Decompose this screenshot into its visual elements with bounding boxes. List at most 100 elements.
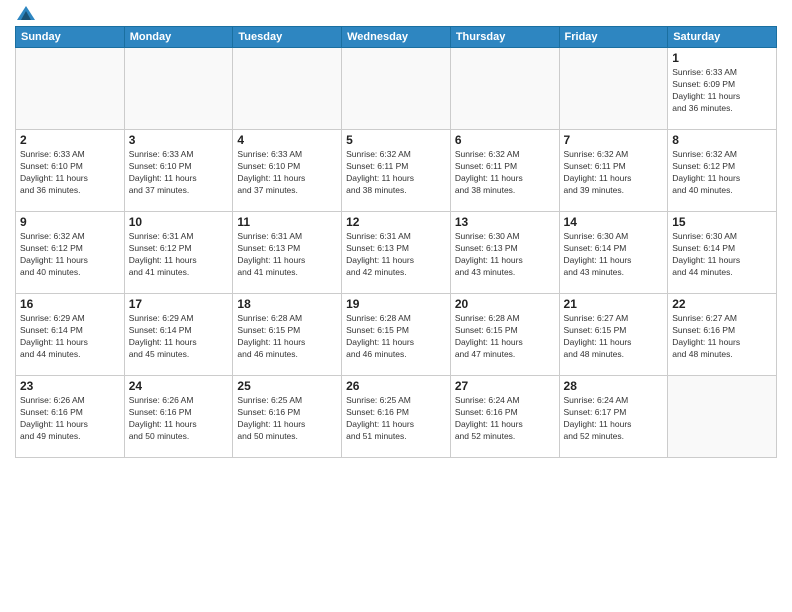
day-info: Sunrise: 6:33 AMSunset: 6:10 PMDaylight:… [129, 149, 229, 197]
day-number: 4 [237, 133, 337, 147]
day-info: Sunrise: 6:32 AMSunset: 6:12 PMDaylight:… [20, 231, 120, 279]
day-cell: 6 Sunrise: 6:32 AMSunset: 6:11 PMDaylight… [450, 130, 559, 212]
day-cell: 19 Sunrise: 6:28 AMSunset: 6:15 PMDayligh… [342, 294, 451, 376]
day-info: Sunrise: 6:25 AMSunset: 6:16 PMDaylight:… [346, 395, 446, 443]
day-cell: 12 Sunrise: 6:31 AMSunset: 6:13 PMDayligh… [342, 212, 451, 294]
page: SundayMondayTuesdayWednesdayThursdayFrid… [0, 0, 792, 612]
day-number: 10 [129, 215, 229, 229]
day-number: 11 [237, 215, 337, 229]
day-number: 2 [20, 133, 120, 147]
day-cell [124, 48, 233, 130]
day-number: 22 [672, 297, 772, 311]
logo [15, 10, 35, 20]
day-cell: 15 Sunrise: 6:30 AMSunset: 6:14 PMDayligh… [668, 212, 777, 294]
day-number: 13 [455, 215, 555, 229]
logo-icon [17, 6, 35, 20]
calendar: SundayMondayTuesdayWednesdayThursdayFrid… [15, 26, 777, 458]
day-info: Sunrise: 6:33 AMSunset: 6:10 PMDaylight:… [20, 149, 120, 197]
week-row-4: 16Sunrise: 6:29 AMSunset: 6:14 PMDayligh… [16, 294, 777, 376]
day-number: 28 [564, 379, 664, 393]
day-info: Sunrise: 6:33 AMSunset: 6:10 PMDaylight:… [237, 149, 337, 197]
day-number: 18 [237, 297, 337, 311]
day-cell [668, 376, 777, 458]
day-cell: 2 Sunrise: 6:33 AMSunset: 6:10 PMDaylight… [16, 130, 125, 212]
day-number: 21 [564, 297, 664, 311]
day-cell: 16Sunrise: 6:29 AMSunset: 6:14 PMDayligh… [16, 294, 125, 376]
day-info: Sunrise: 6:31 AMSunset: 6:12 PMDaylight:… [129, 231, 229, 279]
day-cell: 10 Sunrise: 6:31 AMSunset: 6:12 PMDayligh… [124, 212, 233, 294]
day-cell [450, 48, 559, 130]
day-number: 23 [20, 379, 120, 393]
weekday-header-wednesday: Wednesday [342, 27, 451, 48]
weekday-header-friday: Friday [559, 27, 668, 48]
day-number: 25 [237, 379, 337, 393]
day-info: Sunrise: 6:27 AMSunset: 6:15 PMDaylight:… [564, 313, 664, 361]
day-cell: 17 Sunrise: 6:29 AMSunset: 6:14 PMDayligh… [124, 294, 233, 376]
day-info: Sunrise: 6:25 AMSunset: 6:16 PMDaylight:… [237, 395, 337, 443]
day-cell: 28 Sunrise: 6:24 AMSunset: 6:17 PMDayligh… [559, 376, 668, 458]
day-number: 7 [564, 133, 664, 147]
weekday-header-row: SundayMondayTuesdayWednesdayThursdayFrid… [16, 27, 777, 48]
day-cell: 21 Sunrise: 6:27 AMSunset: 6:15 PMDayligh… [559, 294, 668, 376]
week-row-1: 1 Sunrise: 6:33 AMSunset: 6:09 PMDaylight… [16, 48, 777, 130]
day-cell: 22 Sunrise: 6:27 AMSunset: 6:16 PMDayligh… [668, 294, 777, 376]
day-number: 20 [455, 297, 555, 311]
day-number: 24 [129, 379, 229, 393]
day-cell: 4 Sunrise: 6:33 AMSunset: 6:10 PMDaylight… [233, 130, 342, 212]
day-info: Sunrise: 6:24 AMSunset: 6:16 PMDaylight:… [455, 395, 555, 443]
day-number: 26 [346, 379, 446, 393]
day-cell: 24 Sunrise: 6:26 AMSunset: 6:16 PMDayligh… [124, 376, 233, 458]
day-cell [233, 48, 342, 130]
week-row-3: 9Sunrise: 6:32 AMSunset: 6:12 PMDaylight… [16, 212, 777, 294]
day-number: 6 [455, 133, 555, 147]
day-info: Sunrise: 6:31 AMSunset: 6:13 PMDaylight:… [237, 231, 337, 279]
day-info: Sunrise: 6:28 AMSunset: 6:15 PMDaylight:… [455, 313, 555, 361]
day-info: Sunrise: 6:32 AMSunset: 6:11 PMDaylight:… [564, 149, 664, 197]
day-cell: 20 Sunrise: 6:28 AMSunset: 6:15 PMDayligh… [450, 294, 559, 376]
day-cell: 14Sunrise: 6:30 AMSunset: 6:14 PMDayligh… [559, 212, 668, 294]
day-info: Sunrise: 6:26 AMSunset: 6:16 PMDaylight:… [20, 395, 120, 443]
day-info: Sunrise: 6:31 AMSunset: 6:13 PMDaylight:… [346, 231, 446, 279]
weekday-header-thursday: Thursday [450, 27, 559, 48]
day-number: 27 [455, 379, 555, 393]
weekday-header-tuesday: Tuesday [233, 27, 342, 48]
day-cell: 1 Sunrise: 6:33 AMSunset: 6:09 PMDaylight… [668, 48, 777, 130]
weekday-header-saturday: Saturday [668, 27, 777, 48]
day-number: 17 [129, 297, 229, 311]
day-number: 15 [672, 215, 772, 229]
day-cell: 3 Sunrise: 6:33 AMSunset: 6:10 PMDaylight… [124, 130, 233, 212]
day-number: 1 [672, 51, 772, 65]
day-number: 12 [346, 215, 446, 229]
day-number: 5 [346, 133, 446, 147]
weekday-header-sunday: Sunday [16, 27, 125, 48]
day-cell: 23 Sunrise: 6:26 AMSunset: 6:16 PMDayligh… [16, 376, 125, 458]
day-info: Sunrise: 6:30 AMSunset: 6:14 PMDaylight:… [672, 231, 772, 279]
day-info: Sunrise: 6:32 AMSunset: 6:11 PMDaylight:… [455, 149, 555, 197]
day-cell: 18 Sunrise: 6:28 AMSunset: 6:15 PMDayligh… [233, 294, 342, 376]
day-cell: 27 Sunrise: 6:24 AMSunset: 6:16 PMDayligh… [450, 376, 559, 458]
day-cell: 13Sunrise: 6:30 AMSunset: 6:13 PMDayligh… [450, 212, 559, 294]
day-number: 3 [129, 133, 229, 147]
day-number: 14 [564, 215, 664, 229]
day-info: Sunrise: 6:26 AMSunset: 6:16 PMDaylight:… [129, 395, 229, 443]
day-cell: 9Sunrise: 6:32 AMSunset: 6:12 PMDaylight… [16, 212, 125, 294]
day-cell: 5Sunrise: 6:32 AMSunset: 6:11 PMDaylight… [342, 130, 451, 212]
week-row-5: 23 Sunrise: 6:26 AMSunset: 6:16 PMDayligh… [16, 376, 777, 458]
day-info: Sunrise: 6:27 AMSunset: 6:16 PMDaylight:… [672, 313, 772, 361]
weekday-header-monday: Monday [124, 27, 233, 48]
day-cell: 25 Sunrise: 6:25 AMSunset: 6:16 PMDayligh… [233, 376, 342, 458]
day-number: 19 [346, 297, 446, 311]
day-info: Sunrise: 6:29 AMSunset: 6:14 PMDaylight:… [129, 313, 229, 361]
header [15, 10, 777, 20]
day-cell [559, 48, 668, 130]
day-info: Sunrise: 6:28 AMSunset: 6:15 PMDaylight:… [237, 313, 337, 361]
week-row-2: 2 Sunrise: 6:33 AMSunset: 6:10 PMDaylight… [16, 130, 777, 212]
day-cell [16, 48, 125, 130]
day-number: 8 [672, 133, 772, 147]
day-info: Sunrise: 6:33 AMSunset: 6:09 PMDaylight:… [672, 67, 772, 115]
day-cell [342, 48, 451, 130]
day-cell: 8Sunrise: 6:32 AMSunset: 6:12 PMDaylight… [668, 130, 777, 212]
day-info: Sunrise: 6:28 AMSunset: 6:15 PMDaylight:… [346, 313, 446, 361]
day-info: Sunrise: 6:24 AMSunset: 6:17 PMDaylight:… [564, 395, 664, 443]
day-cell: 11 Sunrise: 6:31 AMSunset: 6:13 PMDayligh… [233, 212, 342, 294]
